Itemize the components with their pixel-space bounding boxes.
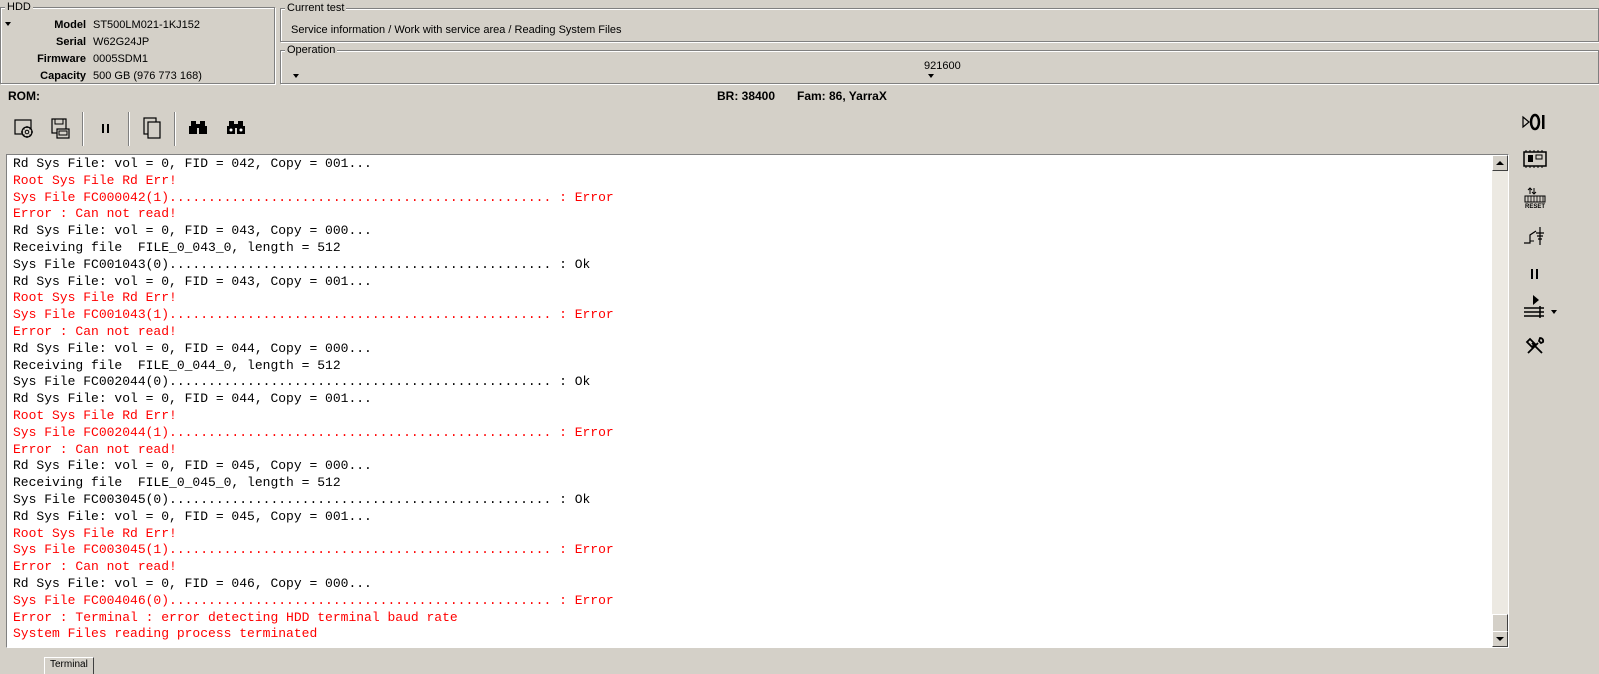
tools-button[interactable] (1520, 332, 1550, 360)
log-line: Error : Can not read! (13, 323, 177, 339)
play-menu-icon (1524, 295, 1544, 318)
log-scrollbar[interactable] (1492, 155, 1508, 647)
tab-terminal[interactable]: Terminal (44, 657, 94, 674)
log-line: Root Sys File Rd Err! (13, 407, 177, 423)
log-line: Rd Sys File: vol = 0, FID = 043, Copy = … (13, 273, 372, 289)
hdd-capacity-value: 500 GB (976 773 168) (93, 70, 202, 82)
family-status: Fam: 86, YarraX (797, 89, 887, 103)
hdd-model-label: Model (54, 19, 86, 31)
copy-button[interactable] (138, 114, 166, 142)
log-line: Rd Sys File: vol = 0, FID = 045, Copy = … (13, 508, 372, 524)
log-output[interactable]: Rd Sys File: vol = 0, FID = 042, Copy = … (6, 154, 1509, 648)
log-line: Sys File FC002044(0)....................… (13, 374, 591, 390)
find-button[interactable] (184, 114, 212, 142)
settings-gear-icon (14, 119, 33, 138)
relay-button[interactable] (1520, 222, 1550, 250)
binoculars-next-icon (227, 121, 245, 134)
hdd-firmware-value: 0005SDM1 (93, 53, 149, 65)
log-line: Sys File FC001043(0)....................… (13, 256, 591, 272)
hdd-serial-value: W62G24JP (93, 36, 150, 48)
reset-icon (1524, 186, 1546, 202)
tools-icon (1525, 337, 1545, 354)
operation-dropdown-arrow-icon[interactable] (293, 74, 299, 78)
status-bar: ROM: BR: 38400 Fam: 86, YarraX (0, 89, 1599, 105)
scroll-down-button[interactable] (1492, 631, 1508, 647)
arrow-down-icon (1496, 637, 1504, 641)
log-line: System Files reading process terminated (13, 626, 318, 642)
hdd-serial-row: Serial W62G24JP (1, 34, 276, 50)
relay-icon (1524, 227, 1544, 245)
bottom-tabs: Terminal (0, 657, 1599, 674)
hdd-firmware-label: Firmware (37, 53, 86, 65)
save-button[interactable] (46, 114, 74, 142)
hdd-model-value: ST500LM021-1KJ152 (93, 19, 201, 31)
hdd-model-row: Model ST500LM021-1KJ152 (1, 17, 276, 33)
pcb-board-button[interactable] (1520, 146, 1550, 174)
copy-icon (143, 117, 161, 139)
settings-gear-button[interactable] (10, 114, 38, 142)
play-menu-dropdown-icon[interactable] (1551, 310, 1557, 314)
hdd-capacity-label: Capacity (40, 70, 86, 82)
log-line: Sys File FC002044(1)....................… (13, 424, 614, 440)
current-test-title: Current test (285, 2, 347, 14)
log-line: Rd Sys File: vol = 0, FID = 044, Copy = … (13, 340, 372, 356)
rom-label: ROM: (8, 89, 40, 103)
find-next-button[interactable] (222, 114, 250, 142)
scroll-up-button[interactable] (1492, 155, 1508, 171)
pause-icon (1531, 269, 1538, 279)
hdd-serial-label: Serial (56, 36, 86, 48)
hdd-panel-title: HDD (5, 1, 33, 13)
log-line: Sys File FC004046(0)....................… (13, 592, 614, 608)
log-line: Receiving file FILE_0_044_0, length = 51… (13, 357, 341, 373)
log-line: Sys File FC003045(0)....................… (13, 491, 591, 507)
log-line: Sys File FC003045(1)....................… (13, 542, 614, 558)
toolbar-separator (82, 112, 84, 146)
log-line: Rd Sys File: vol = 0, FID = 045, Copy = … (13, 458, 372, 474)
baud-rate-status: BR: 38400 (717, 89, 776, 103)
log-line: Error : Terminal : error detecting HDD t… (13, 609, 458, 625)
log-line: Error : Can not read! (13, 559, 177, 575)
log-line: Root Sys File Rd Err! (13, 172, 177, 188)
hdd-firmware-row: Firmware 0005SDM1 (1, 51, 276, 67)
log-line: Receiving file FILE_0_045_0, length = 51… (13, 475, 341, 491)
log-line: Rd Sys File: vol = 0, FID = 043, Copy = … (13, 223, 372, 239)
pause-icon (102, 124, 109, 133)
reset-label: RESET (1524, 203, 1545, 210)
log-line: Root Sys File Rd Err! (13, 525, 177, 541)
log-line: Rd Sys File: vol = 0, FID = 042, Copy = … (13, 156, 372, 171)
operation-title: Operation (285, 44, 338, 56)
baud-dropdown-arrow-icon[interactable] (928, 74, 934, 78)
hdd-capacity-row: Capacity 500 GB (976 773 168) (1, 68, 276, 84)
reset-button[interactable]: RESET (1520, 184, 1550, 212)
arrow-up-icon (1496, 161, 1504, 165)
current-test-panel: Current test Service information / Work … (280, 2, 1599, 42)
save-disk-icon (51, 118, 70, 139)
power-button[interactable] (1520, 108, 1550, 136)
play-menu-button[interactable] (1520, 294, 1550, 322)
binoculars-icon (189, 121, 207, 134)
log-line: Receiving file FILE_0_043_0, length = 51… (13, 239, 341, 255)
log-lines: Rd Sys File: vol = 0, FID = 042, Copy = … (13, 156, 1488, 643)
pcb-board-icon (1523, 150, 1547, 168)
right-toolbar: RESET (1516, 108, 1557, 408)
main-toolbar (6, 108, 1536, 154)
toolbar-separator (174, 112, 176, 146)
log-line: Root Sys File Rd Err! (13, 290, 177, 306)
operation-panel: Operation 921600 (280, 44, 1599, 84)
power-icon (1522, 113, 1545, 131)
hdd-panel: HDD Model ST500LM021-1KJ152 Serial W62G2… (0, 1, 276, 84)
log-line: Error : Can not read! (13, 206, 177, 222)
right-pause-button[interactable] (1520, 260, 1550, 288)
log-line: Error : Can not read! (13, 441, 177, 457)
current-test-value: Service information / Work with service … (291, 24, 622, 36)
log-line: Sys File FC001043(1)....................… (13, 307, 614, 323)
toolbar-separator (128, 112, 130, 146)
log-line: Rd Sys File: vol = 0, FID = 044, Copy = … (13, 391, 372, 407)
pause-button[interactable] (92, 114, 120, 142)
log-line: Sys File FC000042(1)....................… (13, 189, 614, 205)
log-line: Rd Sys File: vol = 0, FID = 046, Copy = … (13, 575, 372, 591)
operation-baud-value: 921600 (924, 60, 961, 72)
